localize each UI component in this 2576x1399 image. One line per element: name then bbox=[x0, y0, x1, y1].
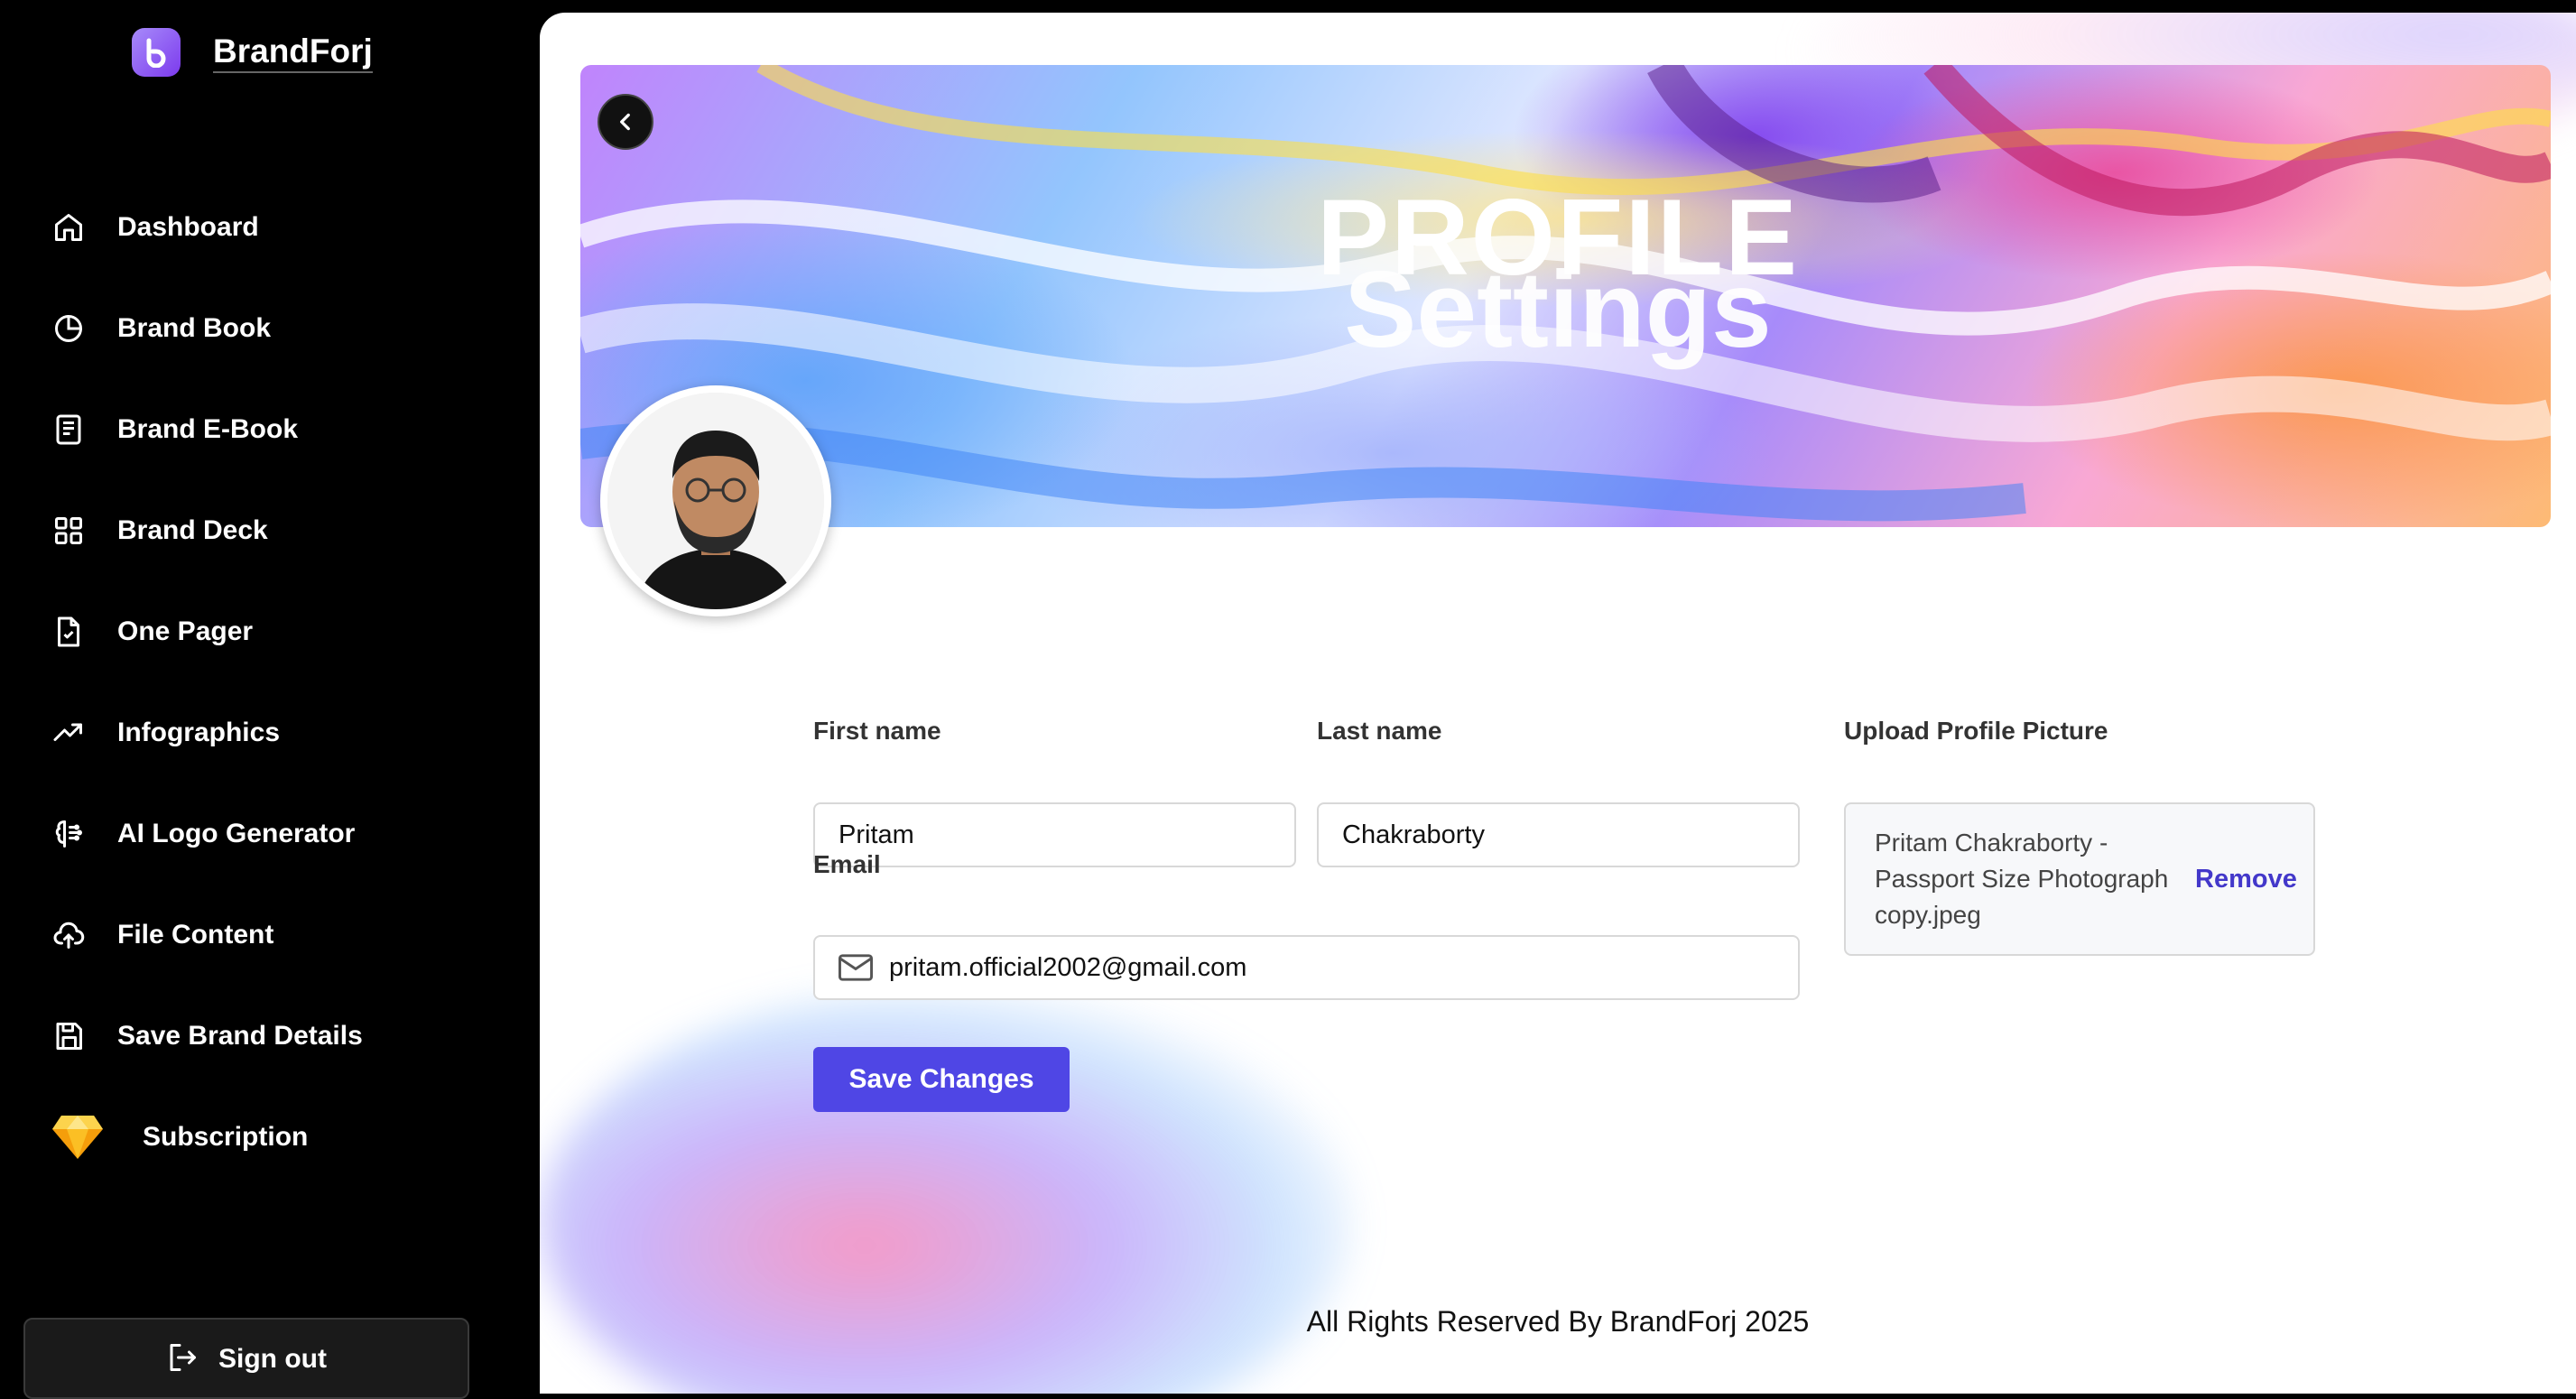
sidebar-item-infographics[interactable]: Infographics bbox=[51, 682, 520, 783]
save-changes-button[interactable]: Save Changes bbox=[813, 1047, 1070, 1112]
sidebar-item-label: Dashboard bbox=[117, 212, 259, 242]
home-icon bbox=[51, 209, 87, 246]
sidebar-item-label: Brand Deck bbox=[117, 515, 268, 545]
brain-icon bbox=[51, 816, 87, 852]
footer-text: All Rights Reserved By BrandForj 2025 bbox=[1306, 1305, 1810, 1338]
sidebar-item-label: File Content bbox=[117, 920, 274, 950]
email-field[interactable]: pritam.official2002@gmail.com bbox=[813, 935, 1800, 1000]
sidebar-item-label: AI Logo Generator bbox=[117, 819, 356, 848]
back-button[interactable] bbox=[598, 94, 653, 150]
brand-name: BrandForj bbox=[213, 32, 373, 73]
sidebar-item-label: Save Brand Details bbox=[117, 1021, 363, 1051]
sidebar-item-one-pager[interactable]: One Pager bbox=[51, 581, 520, 682]
remove-file-button[interactable]: Remove bbox=[2195, 865, 2297, 894]
first-name-value: Pritam bbox=[839, 820, 914, 849]
sidebar-item-save-brand-details[interactable]: Save Brand Details bbox=[51, 986, 520, 1087]
last-name-value: Chakraborty bbox=[1342, 820, 1485, 849]
last-name-label: Last name bbox=[1317, 717, 1442, 745]
sign-out-icon bbox=[166, 1341, 199, 1378]
save-icon bbox=[51, 1018, 87, 1054]
profile-photo bbox=[607, 393, 824, 609]
uploaded-file-name: Pritam Chakraborty - Passport Size Photo… bbox=[1875, 829, 2169, 929]
sidebar-item-label: One Pager bbox=[117, 616, 254, 646]
sidebar-item-brand-book[interactable]: Brand Book bbox=[51, 278, 520, 379]
sidebar: BrandForj Dashboard Brand Book Brand E-B… bbox=[0, 0, 540, 1399]
mail-icon bbox=[839, 954, 873, 981]
cloud-upload-icon bbox=[51, 917, 87, 953]
sidebar-item-brand-ebook[interactable]: Brand E-Book bbox=[51, 379, 520, 480]
sidebar-item-label: Infographics bbox=[117, 718, 281, 747]
sidebar-item-dashboard[interactable]: Dashboard bbox=[51, 177, 520, 278]
sidebar-item-label: Subscription bbox=[143, 1122, 309, 1152]
first-name-field[interactable]: Pritam bbox=[813, 802, 1296, 867]
grid-icon bbox=[51, 513, 87, 549]
main-content: PROFILE Settings First name Pritam Last … bbox=[540, 13, 2576, 1394]
sidebar-nav: Dashboard Brand Book Brand E-Book Brand … bbox=[51, 177, 520, 1188]
file-check-icon bbox=[51, 614, 87, 650]
sidebar-item-ai-logo-generator[interactable]: AI Logo Generator bbox=[51, 783, 520, 885]
brand-logo-icon bbox=[132, 28, 181, 77]
first-name-label: First name bbox=[813, 717, 941, 745]
sidebar-item-label: Brand Book bbox=[117, 313, 272, 343]
sidebar-item-subscription[interactable]: Subscription bbox=[51, 1087, 520, 1188]
avatar bbox=[600, 385, 831, 616]
page-title-line2: Settings bbox=[1344, 249, 1772, 370]
sign-out-button[interactable]: Sign out bbox=[23, 1318, 469, 1399]
brand[interactable]: BrandForj bbox=[132, 28, 373, 77]
sidebar-item-label: Brand E-Book bbox=[117, 414, 299, 444]
upload-profile-picture-label: Upload Profile Picture bbox=[1844, 717, 2108, 745]
diamond-icon bbox=[51, 1113, 105, 1162]
chevron-left-icon bbox=[620, 113, 630, 131]
sign-out-label: Sign out bbox=[218, 1344, 327, 1374]
page-title: PROFILE Settings bbox=[540, 183, 2576, 370]
sidebar-item-brand-deck[interactable]: Brand Deck bbox=[51, 480, 520, 581]
document-icon bbox=[51, 412, 87, 448]
pie-chart-icon bbox=[51, 310, 87, 347]
trending-up-icon bbox=[51, 715, 87, 751]
sidebar-item-file-content[interactable]: File Content bbox=[51, 885, 520, 986]
last-name-field[interactable]: Chakraborty bbox=[1317, 802, 1800, 867]
email-label: Email bbox=[813, 850, 881, 878]
email-value: pritam.official2002@gmail.com bbox=[889, 952, 1247, 982]
upload-profile-picture-box[interactable]: Pritam Chakraborty - Passport Size Photo… bbox=[1844, 802, 2315, 956]
